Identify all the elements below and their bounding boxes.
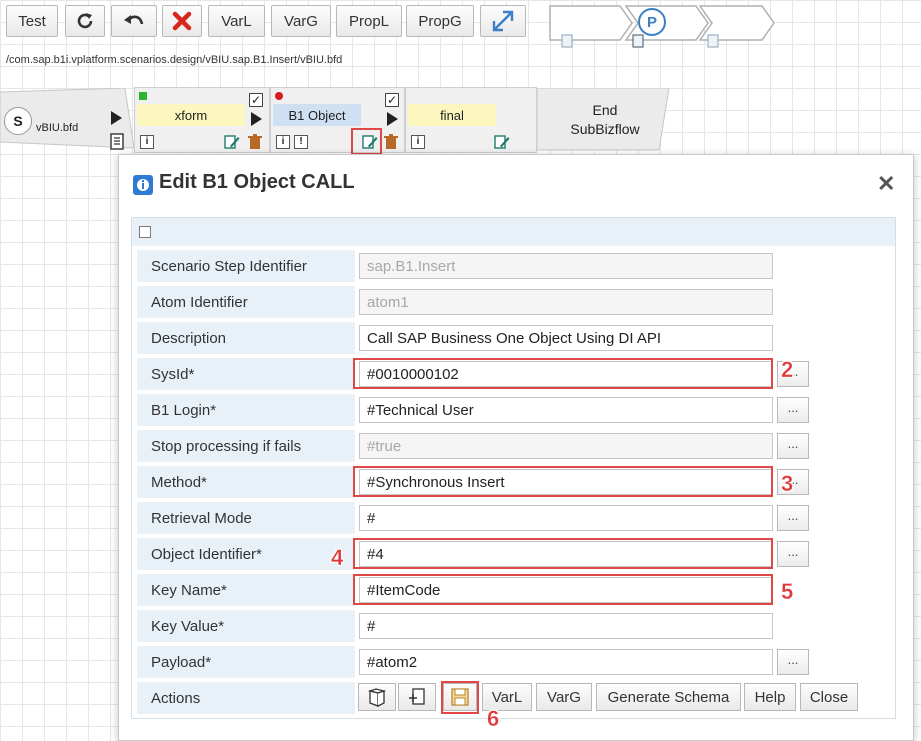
field-label: Payload* [137, 646, 355, 678]
refresh-button[interactable] [65, 5, 105, 37]
trash-icon[interactable] [384, 134, 398, 150]
field-label: Description [137, 322, 355, 354]
browse-button[interactable]: ... [777, 541, 809, 567]
fullscreen-button[interactable] [480, 5, 526, 37]
trash-icon[interactable] [248, 134, 262, 150]
field-input[interactable]: Call SAP Business One Object Using DI AP… [359, 325, 773, 351]
checkbox[interactable]: ✓ [249, 93, 263, 107]
highlight-key-name [353, 574, 773, 605]
callout-3: 3 [781, 471, 794, 496]
flow-step-xform[interactable]: xform ✓ i [134, 87, 270, 153]
edit-icon[interactable] [494, 134, 510, 150]
file-path: /com.sap.b1i.vplatform.scenarios.design/… [6, 54, 343, 66]
field-label: Retrieval Mode [137, 502, 355, 534]
document-icon[interactable] [109, 133, 125, 151]
info-icon[interactable]: i [140, 135, 154, 149]
dialog-info-icon [133, 175, 153, 195]
edit-b1-object-dialog: Edit B1 Object CALL ✕ Scenario Step Iden… [118, 154, 914, 741]
field-label: Method* [137, 466, 355, 498]
run-arrow-icon[interactable] [111, 111, 122, 125]
callout-5: 5 [781, 579, 794, 604]
close-icon[interactable]: ✕ [877, 171, 895, 197]
browse-button[interactable]: ... [777, 433, 809, 459]
run-arrow-icon[interactable] [251, 112, 262, 126]
edit-icon[interactable] [224, 134, 240, 150]
propl-button[interactable]: PropL [336, 5, 402, 37]
copy-icon [368, 688, 386, 707]
warning-icon[interactable]: ! [294, 135, 308, 149]
varl-toolbar-button[interactable]: VarL [208, 5, 265, 37]
field-label: Object Identifier* [137, 538, 355, 570]
browse-button[interactable]: ... [777, 397, 809, 423]
highlight-edit-b1 [351, 128, 382, 155]
info-icon[interactable]: i [276, 135, 290, 149]
dialog-title: Edit B1 Object CALL [159, 171, 355, 193]
highlight-sysid [353, 358, 773, 389]
add-document-icon [409, 688, 425, 705]
field-input[interactable]: #Technical User [359, 397, 773, 423]
info-icon[interactable]: i [411, 135, 425, 149]
end-label-line1: End [592, 102, 618, 118]
status-green-icon [139, 92, 147, 100]
flow-step-final[interactable]: final i [405, 87, 537, 153]
status-red-icon [275, 92, 283, 100]
form-header [132, 218, 895, 246]
browse-button[interactable]: ... [777, 505, 809, 531]
copy-button[interactable] [358, 683, 396, 711]
field-label: Key Value* [137, 610, 355, 642]
field-label: Atom Identifier [137, 286, 355, 318]
callout-4: 4 [331, 545, 344, 570]
step-label: final [408, 104, 496, 126]
collapse-icon[interactable] [139, 226, 151, 238]
step-label: xform [137, 104, 245, 126]
close-x-icon [172, 11, 192, 31]
undo-button[interactable] [111, 5, 157, 37]
field-input[interactable]: # [359, 505, 773, 531]
expand-icon [492, 10, 514, 32]
callout-6: 6 [487, 706, 500, 731]
field-label: Stop processing if fails [137, 430, 355, 462]
actions-label: Actions [137, 682, 355, 714]
field-label: Key Name* [137, 574, 355, 606]
process-step-p-icon[interactable]: P [638, 8, 666, 36]
start-badge[interactable]: S [4, 107, 32, 135]
step-label: B1 Object [273, 104, 361, 126]
highlight-method [353, 466, 773, 497]
varg-button[interactable]: VarG [536, 683, 592, 711]
field-label: SysId* [137, 358, 355, 390]
browse-button[interactable]: ... [777, 649, 809, 675]
checkbox[interactable]: ✓ [385, 93, 399, 107]
undo-icon [124, 15, 144, 25]
field-label: Scenario Step Identifier [137, 250, 355, 282]
refresh-icon [77, 13, 93, 29]
delete-button[interactable] [162, 5, 202, 37]
end-label-line2: SubBizflow [570, 121, 640, 137]
callout-2: 2 [781, 357, 794, 382]
field-input[interactable]: #atom2 [359, 649, 773, 675]
varg-toolbar-button[interactable]: VarG [271, 5, 331, 37]
end-node[interactable]: End SubBizflow [537, 101, 673, 139]
highlight-save [441, 681, 479, 714]
field-input: sap.B1.Insert [359, 253, 773, 279]
field-input: #true [359, 433, 773, 459]
start-label: vBIU.bfd [36, 122, 79, 134]
field-input: atom1 [359, 289, 773, 315]
propg-button[interactable]: PropG [406, 5, 474, 37]
field-input[interactable]: # [359, 613, 773, 639]
help-button[interactable]: Help [744, 683, 796, 711]
flow-step-b1-object[interactable]: B1 Object ✓ i ! [270, 87, 405, 153]
field-label: B1 Login* [137, 394, 355, 426]
add-document-button[interactable] [398, 683, 436, 711]
run-arrow-icon[interactable] [387, 112, 398, 126]
test-button[interactable]: Test [6, 5, 58, 37]
highlight-object-identifier [353, 538, 773, 569]
generate-schema-button[interactable]: Generate Schema [596, 683, 741, 711]
close-button[interactable]: Close [800, 683, 858, 711]
